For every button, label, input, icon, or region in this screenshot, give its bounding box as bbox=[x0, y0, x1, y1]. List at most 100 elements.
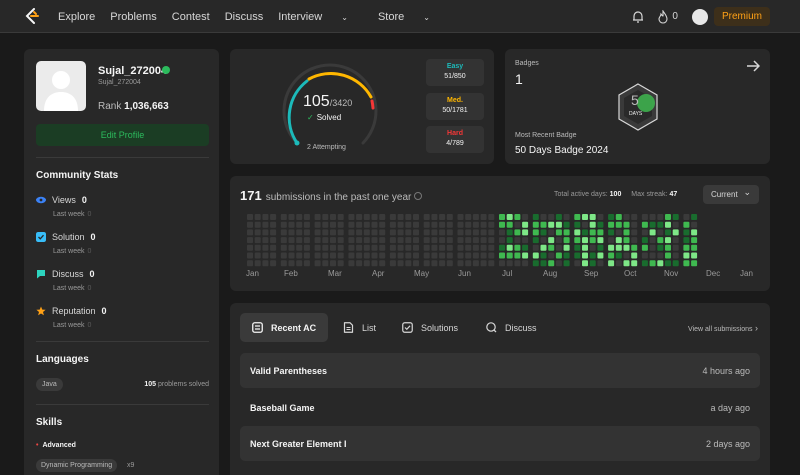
heatmap-cell[interactable] bbox=[691, 214, 698, 220]
heatmap-cell[interactable] bbox=[472, 260, 479, 267]
skill-tag[interactable]: Dynamic Programming bbox=[36, 459, 118, 472]
heatmap-cell[interactable] bbox=[397, 252, 404, 259]
heatmap-cell[interactable] bbox=[379, 229, 386, 236]
heatmap-cell[interactable] bbox=[631, 229, 638, 236]
heatmap-cell[interactable] bbox=[540, 229, 547, 236]
heatmap-cell[interactable] bbox=[649, 214, 656, 220]
heatmap-cell[interactable] bbox=[405, 237, 412, 244]
heatmap-cell[interactable] bbox=[322, 214, 329, 220]
heatmap-cell[interactable] bbox=[457, 244, 464, 251]
heatmap-cell[interactable] bbox=[262, 252, 269, 259]
heatmap-cell[interactable] bbox=[413, 260, 419, 267]
heatmap-cell[interactable] bbox=[379, 244, 386, 251]
heatmap-cell[interactable] bbox=[582, 260, 588, 267]
heatmap-cell[interactable] bbox=[423, 252, 430, 259]
tab-recent-ac[interactable]: Recent AC bbox=[240, 313, 329, 342]
tab-discuss[interactable]: Discuss bbox=[486, 313, 537, 342]
heatmap-cell[interactable] bbox=[506, 214, 513, 220]
heatmap-cell[interactable] bbox=[446, 252, 453, 259]
heatmap-cell[interactable] bbox=[262, 244, 269, 251]
heatmap-cell[interactable] bbox=[247, 244, 253, 251]
heatmap-cell[interactable] bbox=[608, 237, 615, 244]
tab-solutions[interactable]: Solutions bbox=[402, 313, 458, 342]
heatmap-cell[interactable] bbox=[691, 237, 698, 244]
heatmap-cell[interactable] bbox=[446, 237, 453, 244]
heatmap-cell[interactable] bbox=[649, 221, 656, 228]
heatmap-cell[interactable] bbox=[330, 229, 336, 236]
heatmap-cell[interactable] bbox=[691, 244, 698, 251]
heatmap-cell[interactable] bbox=[413, 237, 419, 244]
heatmap-cell[interactable] bbox=[597, 214, 604, 220]
heatmap-cell[interactable] bbox=[631, 244, 638, 251]
heatmap-cell[interactable] bbox=[423, 237, 430, 244]
heatmap-cell[interactable] bbox=[522, 237, 529, 244]
heatmap-cell[interactable] bbox=[348, 229, 355, 236]
heatmap-cell[interactable] bbox=[280, 252, 287, 259]
heatmap-cell[interactable] bbox=[657, 229, 664, 236]
heatmap-cell[interactable] bbox=[439, 214, 446, 220]
heatmap-cell[interactable] bbox=[303, 221, 310, 228]
heatmap-cell[interactable] bbox=[683, 244, 690, 251]
year-filter-dropdown[interactable]: Current bbox=[703, 185, 759, 204]
heatmap-cell[interactable] bbox=[356, 252, 363, 259]
heatmap-cell[interactable] bbox=[480, 237, 487, 244]
heatmap-cell[interactable] bbox=[649, 260, 656, 267]
heatmap-cell[interactable] bbox=[337, 244, 344, 251]
heatmap-cell[interactable] bbox=[465, 229, 472, 236]
nav-problems[interactable]: Problems bbox=[110, 11, 156, 23]
premium-button[interactable]: Premium bbox=[713, 7, 770, 26]
heatmap-cell[interactable] bbox=[446, 229, 453, 236]
heatmap-cell[interactable] bbox=[296, 237, 303, 244]
heatmap-cell[interactable] bbox=[270, 214, 277, 220]
heatmap-cell[interactable] bbox=[589, 221, 596, 228]
heatmap-cell[interactable] bbox=[506, 260, 513, 267]
tab-list[interactable]: List bbox=[343, 313, 376, 342]
heatmap-cell[interactable] bbox=[363, 244, 370, 251]
heatmap-cell[interactable] bbox=[288, 237, 295, 244]
heatmap-cell[interactable] bbox=[623, 260, 630, 267]
heatmap-cell[interactable] bbox=[371, 229, 378, 236]
heatmap-cell[interactable] bbox=[431, 252, 438, 259]
heatmap-cell[interactable] bbox=[314, 244, 321, 251]
heatmap-cell[interactable] bbox=[405, 221, 412, 228]
heatmap-cell[interactable] bbox=[288, 244, 295, 251]
heatmap-cell[interactable] bbox=[665, 260, 671, 267]
view-all-submissions-link[interactable]: View all submissions bbox=[688, 323, 758, 333]
heatmap-cell[interactable] bbox=[563, 260, 570, 267]
heatmap-cell[interactable] bbox=[371, 252, 378, 259]
flame-icon[interactable] bbox=[657, 9, 669, 24]
info-icon[interactable] bbox=[414, 192, 423, 200]
heatmap-cell[interactable] bbox=[582, 214, 588, 220]
heatmap-cell[interactable] bbox=[413, 244, 419, 251]
heatmap-cell[interactable] bbox=[615, 214, 622, 220]
heatmap-cell[interactable] bbox=[499, 252, 505, 259]
heatmap-cell[interactable] bbox=[691, 252, 698, 259]
heatmap-cell[interactable] bbox=[548, 244, 555, 251]
heatmap-cell[interactable] bbox=[657, 260, 664, 267]
heatmap-cell[interactable] bbox=[488, 260, 495, 267]
heatmap-cell[interactable] bbox=[379, 214, 386, 220]
heatmap-cell[interactable] bbox=[472, 237, 479, 244]
heatmap-cell[interactable] bbox=[405, 252, 412, 259]
heatmap-cell[interactable] bbox=[506, 244, 513, 251]
heatmap-cell[interactable] bbox=[623, 237, 630, 244]
heatmap-cell[interactable] bbox=[488, 229, 495, 236]
heatmap-cell[interactable] bbox=[574, 244, 581, 251]
heatmap-cell[interactable] bbox=[514, 260, 521, 267]
heatmap-cell[interactable] bbox=[472, 244, 479, 251]
heatmap-cell[interactable] bbox=[499, 221, 505, 228]
heatmap-cell[interactable] bbox=[322, 229, 329, 236]
heatmap-cell[interactable] bbox=[423, 244, 430, 251]
heatmap-cell[interactable] bbox=[540, 244, 547, 251]
heatmap-cell[interactable] bbox=[506, 237, 513, 244]
heatmap-cell[interactable] bbox=[330, 237, 336, 244]
heatmap-cell[interactable] bbox=[348, 237, 355, 244]
heatmap-cell[interactable] bbox=[615, 252, 622, 259]
heatmap-cell[interactable] bbox=[555, 229, 562, 236]
heatmap-cell[interactable] bbox=[303, 260, 310, 267]
heatmap-cell[interactable] bbox=[574, 221, 581, 228]
heatmap-cell[interactable] bbox=[480, 244, 487, 251]
heatmap-cell[interactable] bbox=[555, 260, 562, 267]
nav-contest[interactable]: Contest bbox=[172, 11, 210, 23]
heatmap-cell[interactable] bbox=[672, 221, 679, 228]
